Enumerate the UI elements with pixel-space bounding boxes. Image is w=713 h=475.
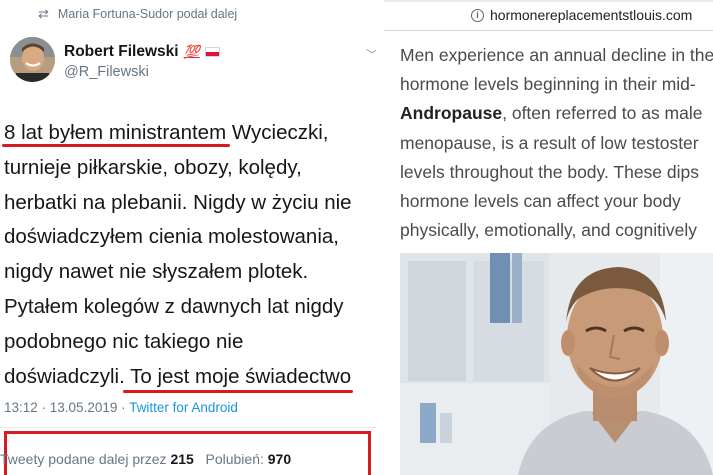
article-keyword: Andropause bbox=[400, 103, 503, 124]
tweet-line: nigdy nawet nie słyszałem plotek. bbox=[4, 260, 309, 284]
tweet-line: herbatki na plebanii. Nigdy w życiu nie bbox=[4, 190, 352, 214]
underlined-phrase: To jest moje świadectwo bbox=[124, 364, 352, 388]
divider bbox=[0, 427, 376, 428]
image-split bbox=[376, 0, 384, 475]
tweet-stats: Tweety podane dalej przez 215 Polubień: … bbox=[0, 451, 291, 467]
tweet-line: 8 lat byłem ministrantem Wycieczki, bbox=[4, 116, 376, 151]
avatar-photo bbox=[10, 37, 55, 82]
tweet-line: turnieje piłkarskie, obozy, kolędy, bbox=[4, 155, 302, 179]
retweet-label: Maria Fortuna-Sudor podał dalej bbox=[57, 7, 238, 21]
tweet-line: doświadczyłem cienia molestowania, bbox=[4, 225, 339, 249]
article-line: levels throughout the body. These dips bbox=[400, 161, 699, 182]
article-photo bbox=[400, 253, 713, 475]
tweet-line: podobnego nic takiego nie bbox=[4, 329, 244, 353]
hundred-points-emoji: 💯 bbox=[183, 44, 200, 59]
underlined-phrase: 8 lat byłem ministrantem bbox=[4, 121, 227, 144]
tweet-line-rest: Wycieczki, bbox=[226, 121, 329, 144]
article-line: hormone levels can affect your body bbox=[400, 191, 681, 212]
article-line: Men experience an annual decline in the bbox=[400, 45, 713, 65]
article-line-rest: , often referred to as male bbox=[502, 103, 703, 124]
author-name[interactable]: Robert Filewski 💯 bbox=[64, 43, 220, 61]
retweets-label[interactable]: Tweety podane dalej przez bbox=[0, 451, 167, 467]
info-icon[interactable]: i bbox=[471, 8, 484, 22]
tweet-line: doświadczyli. To jest moje świadectwo bbox=[4, 360, 376, 395]
article-line: menopause, is a result of low testoster bbox=[400, 132, 699, 153]
avatar[interactable] bbox=[10, 37, 55, 82]
article-line: Andropause, often referred to as male bbox=[400, 99, 713, 128]
author-name-text: Robert Filewski bbox=[64, 43, 179, 60]
article-panel: i hormonereplacementstlouis.com Men expe… bbox=[384, 0, 713, 475]
chevron-down-icon[interactable]: ﹀ bbox=[366, 46, 376, 63]
author-block: Robert Filewski 💯 @R_Filewski bbox=[64, 43, 220, 80]
url-bar-edge bbox=[384, 0, 713, 2]
retweet-bar: ⇄ Maria Fortuna-Sudor podał dalej bbox=[38, 6, 237, 22]
poland-flag-icon bbox=[204, 47, 220, 57]
tweet-text: 8 lat byłem ministrantem Wycieczki, turn… bbox=[4, 116, 376, 394]
tweet-timestamp[interactable]: 13:12 · 13.05.2019 · bbox=[4, 400, 126, 415]
smiling-man-photo bbox=[400, 253, 713, 475]
tweet-source-link[interactable]: Twitter for Android bbox=[129, 400, 238, 415]
article-line: hormone levels beginning in their mid- bbox=[400, 74, 696, 95]
article-line: physically, emotionally, and cognitively bbox=[400, 220, 697, 241]
url-bar[interactable]: i hormonereplacementstlouis.com bbox=[384, 0, 713, 31]
tweet-line: Pytałem kolegów z dawnych lat nigdy bbox=[4, 294, 344, 318]
author-handle[interactable]: @R_Filewski bbox=[64, 64, 220, 80]
tweet-meta: 13:12 · 13.05.2019 · Twitter for Android bbox=[4, 400, 238, 415]
retweets-count[interactable]: 215 bbox=[170, 451, 193, 467]
article-text: Men experience an annual decline in the … bbox=[400, 41, 713, 245]
tweet-line-prefix: doświadczyli. bbox=[4, 364, 125, 388]
likes-label[interactable]: Polubień: bbox=[205, 451, 263, 467]
tweet-card: ⇄ Maria Fortuna-Sudor podał dalej Robert… bbox=[0, 0, 376, 475]
retweet-icon: ⇄ bbox=[38, 6, 49, 21]
likes-count[interactable]: 970 bbox=[268, 451, 291, 467]
url-text[interactable]: hormonereplacementstlouis.com bbox=[490, 7, 692, 23]
